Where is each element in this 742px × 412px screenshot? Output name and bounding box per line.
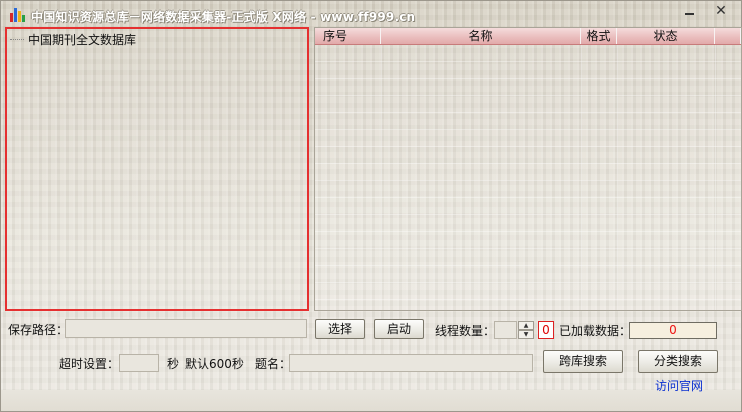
database-tree[interactable]: 中国期刊全文数据库: [5, 27, 309, 311]
minimize-button[interactable]: [674, 2, 704, 22]
save-path-input[interactable]: [65, 319, 307, 338]
save-path-label: 保存路径：: [8, 323, 69, 337]
visit-site-link[interactable]: 访问官网: [655, 377, 703, 394]
close-icon: ✕: [715, 3, 727, 19]
column-header-name[interactable]: 名称: [381, 28, 581, 44]
thread-count-indicator: 0: [538, 321, 554, 339]
column-divider: [381, 45, 382, 310]
loaded-data-value: 0: [629, 322, 717, 339]
bar-chart-icon: [10, 7, 26, 22]
close-button[interactable]: ✕: [706, 2, 736, 22]
select-button[interactable]: 选择: [315, 319, 365, 339]
result-list[interactable]: 序号 名称 格式 状态: [314, 27, 742, 311]
timeout-label: 超时设置：: [59, 357, 120, 371]
default-timeout-label: 默认600秒: [185, 357, 244, 371]
stepper-up-icon[interactable]: ▲: [518, 321, 534, 330]
column-divider: [617, 45, 618, 310]
list-body[interactable]: [315, 45, 741, 310]
thread-count-input[interactable]: [494, 321, 517, 339]
stepper-down-icon[interactable]: ▼: [518, 330, 534, 339]
start-button[interactable]: 启动: [374, 319, 424, 339]
cross-search-button[interactable]: 跨库搜索: [543, 350, 623, 373]
minimize-icon: [684, 13, 694, 15]
window-title: 中国知识资源总库－网络数据采集器-正式版 X网络 - www.ff999.cn: [31, 10, 416, 24]
column-header-extra[interactable]: [715, 28, 741, 44]
column-header-index[interactable]: 序号: [315, 28, 381, 44]
seconds-label: 秒: [167, 357, 180, 371]
column-divider: [715, 45, 716, 310]
thread-count-stepper[interactable]: ▲ ▼: [518, 321, 534, 339]
list-header: 序号 名称 格式 状态: [315, 28, 741, 45]
tree-item-journal-db[interactable]: 中国期刊全文数据库: [10, 31, 136, 48]
tree-item-label: 中国期刊全文数据库: [28, 33, 137, 47]
app-window: 中国知识资源总库－网络数据采集器-正式版 X网络 - www.ff999.cn …: [0, 0, 742, 412]
title-bar: 中国知识资源总库－网络数据采集器-正式版 X网络 - www.ff999.cn …: [1, 1, 741, 27]
title-name-input[interactable]: [289, 354, 533, 372]
column-divider: [581, 45, 582, 310]
thread-count-label: 线程数量：: [435, 324, 496, 338]
status-bar: [1, 390, 741, 411]
loaded-data-label: 已加载数据：: [559, 324, 632, 338]
category-search-button[interactable]: 分类搜索: [638, 350, 718, 373]
column-header-status[interactable]: 状态: [617, 28, 715, 44]
timeout-input[interactable]: [119, 354, 159, 372]
title-name-label: 题名：: [255, 357, 292, 371]
column-header-format[interactable]: 格式: [581, 28, 617, 44]
tree-connector: [10, 39, 24, 40]
